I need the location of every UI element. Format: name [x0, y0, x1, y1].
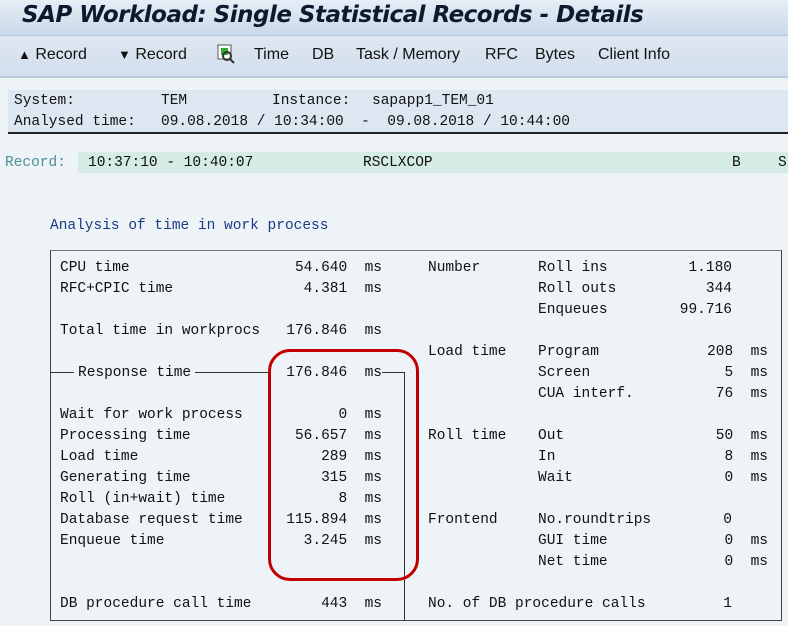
roll-out-label: Out	[538, 428, 565, 444]
record-label: Record:	[5, 155, 66, 171]
screen-label: Screen	[538, 365, 591, 381]
generating-time-label: Generating time	[60, 470, 191, 486]
system-value: TEM	[161, 93, 188, 109]
roll-outs-value: 344	[705, 281, 732, 297]
total-time-label: Total time in workprocs	[60, 323, 261, 339]
record-type: B	[732, 155, 741, 171]
triangle-down-icon: ▼	[118, 47, 131, 62]
section-title: Analysis of time in work process	[50, 218, 329, 234]
analysed-time-value: 09.08.2018 / 10:34:00 - 09.08.2018 / 10:…	[161, 114, 570, 130]
db-button[interactable]: DB	[312, 46, 334, 64]
rfc-cpic-time-value: 4.381 ms	[303, 281, 382, 297]
db-procedure-calls-label: No. of DB procedure calls	[428, 596, 646, 612]
total-time-value: 176.846 ms	[286, 323, 382, 339]
roll-in-value: 8 ms	[724, 449, 768, 465]
instance-value: sapapp1_TEM_01	[372, 93, 494, 109]
response-time-label: Response time	[74, 365, 196, 381]
bytes-button[interactable]: Bytes	[535, 46, 575, 64]
db-procedure-calls-value: 1	[723, 596, 732, 612]
roll-time-label: Roll (in+wait) time	[60, 491, 226, 507]
gui-time-label: GUI time	[538, 533, 608, 549]
triangle-up-icon: ▲	[18, 47, 31, 62]
record-program: RSCLXCOP	[363, 155, 433, 171]
page-title: SAP Workload: Single Statistical Records…	[22, 2, 644, 28]
roll-outs-label: Roll outs	[538, 281, 617, 297]
roundtrips-value: 0	[723, 512, 732, 528]
roll-wait-label: Wait	[538, 470, 573, 486]
load-time-label: Load time	[60, 449, 139, 465]
cua-interf-label: CUA interf.	[538, 386, 634, 402]
task-memory-button[interactable]: Task / Memory	[356, 46, 460, 64]
gui-time-value: 0 ms	[724, 533, 768, 549]
system-label: System:	[14, 93, 75, 109]
instance-label: Instance:	[272, 93, 351, 109]
db-request-time-label: Database request time	[60, 512, 243, 528]
cua-interf-value: 76 ms	[715, 386, 768, 402]
cpu-time-label: CPU time	[60, 260, 130, 276]
record-time: 10:37:10 - 10:40:07	[88, 155, 254, 171]
enqueues-label: Enqueues	[538, 302, 608, 318]
screen-value: 5 ms	[724, 365, 768, 381]
cpu-time-value: 54.640 ms	[294, 260, 382, 276]
frontend-category: Frontend	[428, 512, 498, 528]
time-button[interactable]: Time	[254, 46, 289, 64]
next-record-button[interactable]: ▼ Record	[118, 46, 187, 64]
roll-out-value: 50 ms	[715, 428, 768, 444]
net-time-label: Net time	[538, 554, 608, 570]
enqueue-time-label: Enqueue time	[60, 533, 165, 549]
number-category: Number	[428, 260, 481, 276]
roll-ins-value: 1.180	[688, 260, 732, 276]
record-extra: S	[778, 155, 787, 171]
db-procedure-time-label: DB procedure call time	[60, 596, 252, 612]
rfc-cpic-time-label: RFC+CPIC time	[60, 281, 174, 297]
program-value: 208 ms	[707, 344, 768, 360]
roll-time-category: Roll time	[428, 428, 507, 444]
db-procedure-time-value: 443 ms	[321, 596, 382, 612]
highlight-annotation	[268, 349, 419, 581]
title-bar: SAP Workload: Single Statistical Records…	[0, 0, 788, 36]
net-time-value: 0 ms	[724, 554, 768, 570]
analysed-time-label: Analysed time:	[14, 114, 136, 130]
program-label: Program	[538, 344, 599, 360]
roundtrips-label: No.roundtrips	[538, 512, 652, 528]
roll-wait-value: 0 ms	[724, 470, 768, 486]
rfc-button[interactable]: RFC	[485, 46, 518, 64]
enqueues-value: 99.716	[679, 302, 732, 318]
roll-in-label: In	[538, 449, 556, 465]
client-info-button[interactable]: Client Info	[598, 46, 670, 64]
load-time-category: Load time	[428, 344, 507, 360]
toolbar: ▲ Record ▼ Record Time DB Task / Memory …	[0, 36, 788, 78]
previous-record-button[interactable]: ▲ Record	[18, 46, 87, 64]
wait-time-label: Wait for work process	[60, 407, 243, 423]
detail-search-icon[interactable]	[216, 43, 236, 70]
roll-ins-label: Roll ins	[538, 260, 608, 276]
processing-time-label: Processing time	[60, 428, 191, 444]
